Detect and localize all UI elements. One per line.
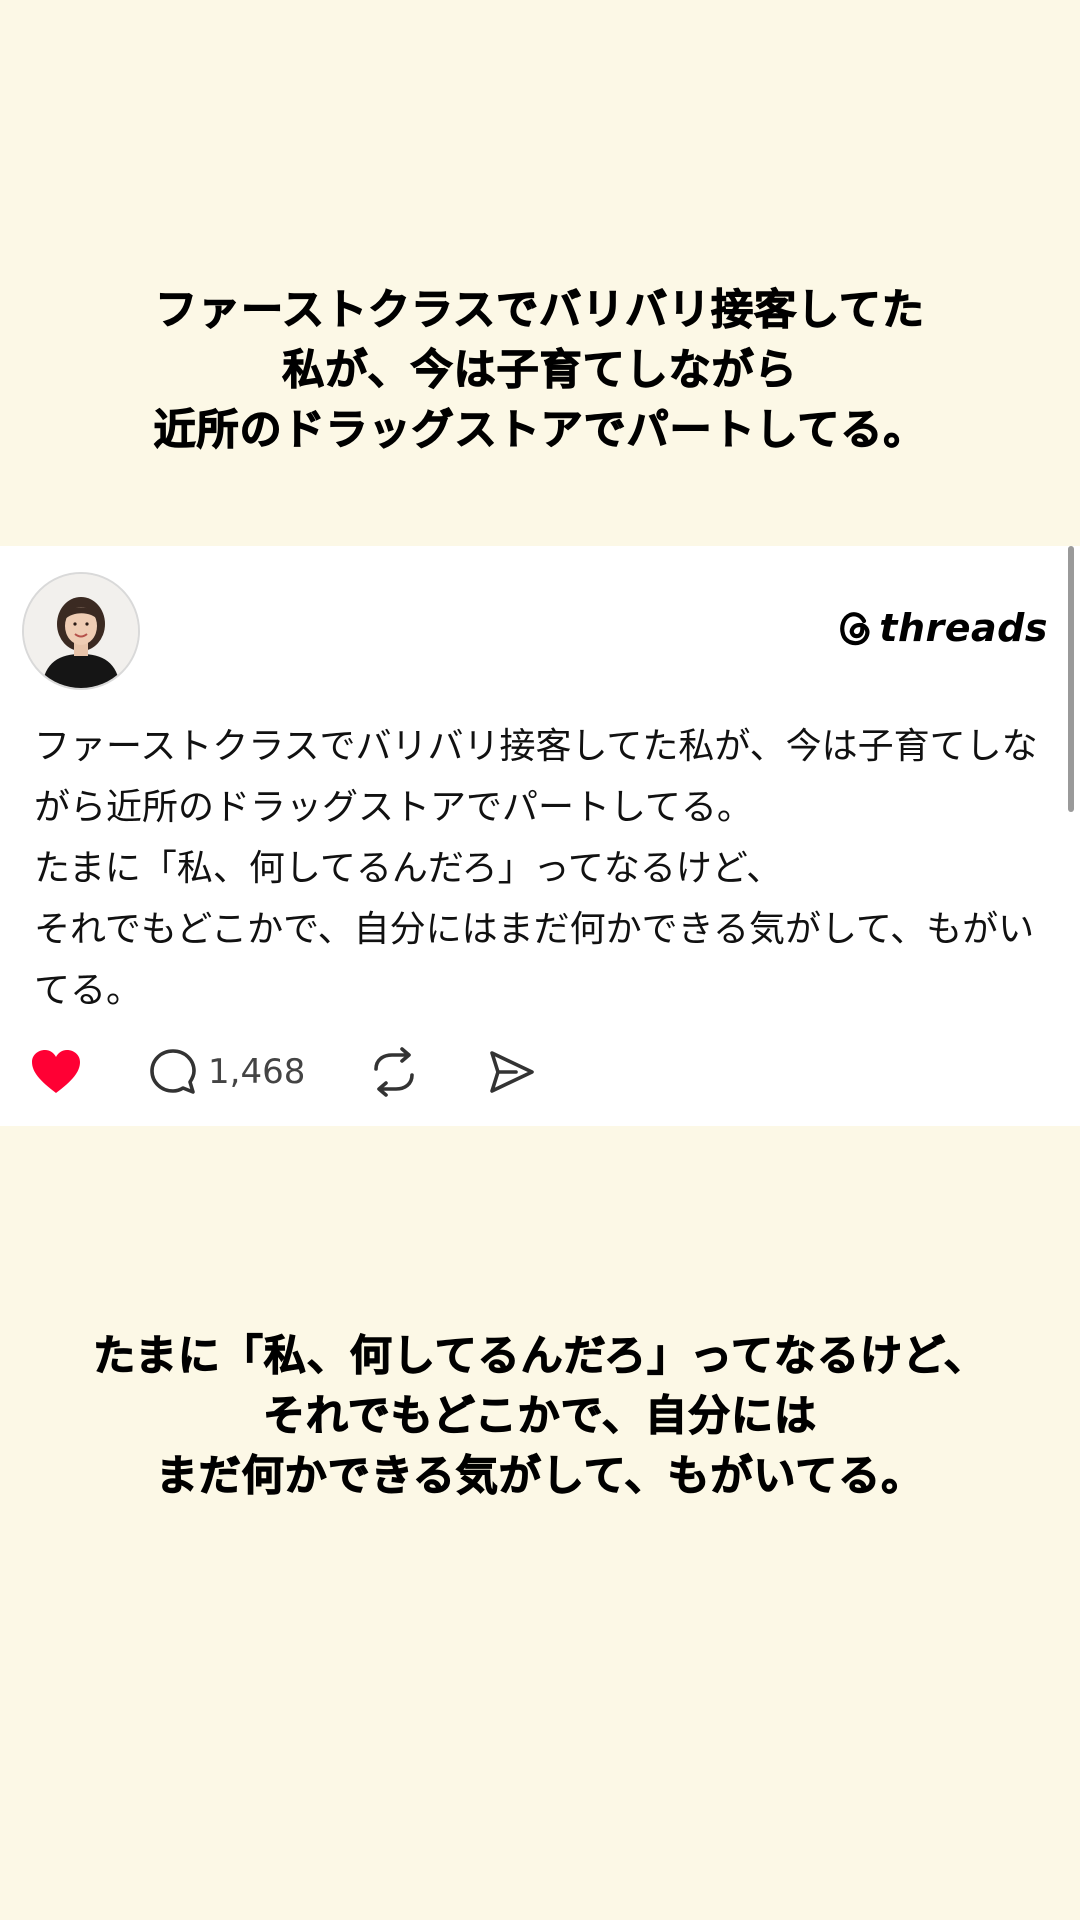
top-caption-line-2: 私が、今は子育てしながら — [282, 344, 798, 394]
reply-button[interactable]: 1,468 — [148, 1044, 305, 1100]
top-caption-line-1: ファーストクラスでバリバリ接客してた — [154, 284, 925, 334]
share-button[interactable] — [486, 1044, 538, 1100]
bottom-caption: たまに「私、何してるんだろ」ってなるけど、 それでもどこかで、自分には まだ何か… — [0, 1326, 1080, 1506]
bottom-caption-line-3: まだ何かできる気がして、もがいてる。 — [155, 1450, 925, 1500]
scrollbar[interactable] — [1068, 546, 1074, 812]
threads-post-card: threads ファーストクラスでバリバリ接客してた私が、今は子育てしながら近所… — [0, 546, 1080, 1126]
top-caption: ファーストクラスでバリバリ接客してた 私が、今は子育てしながら 近所のドラッグス… — [0, 280, 1080, 460]
profile-photo-icon — [24, 574, 138, 688]
top-caption-line-3: 近所のドラッグストアでパートしてる。 — [153, 404, 927, 454]
bottom-caption-line-2: それでもどこかで、自分には — [262, 1390, 817, 1440]
heart-filled-icon — [32, 1050, 80, 1093]
threads-wordmark: threads — [879, 606, 1048, 650]
threads-at-icon — [840, 612, 870, 646]
comment-bubble-icon — [150, 1049, 196, 1094]
avatar[interactable] — [22, 572, 140, 690]
bottom-caption-line-1: たまに「私、何してるんだろ」ってなるけど、 — [93, 1330, 987, 1380]
repost-icon — [374, 1047, 414, 1097]
like-button[interactable] — [30, 1044, 82, 1100]
post-body: ファーストクラスでバリバリ接客してた私が、今は子育てしながら近所のドラッグストア… — [34, 716, 1054, 1021]
post-action-bar: 1,468 — [30, 1044, 630, 1100]
send-icon — [490, 1051, 534, 1093]
repost-button[interactable] — [368, 1044, 420, 1100]
post-paragraph-3: それでもどこかで、自分にはまだ何かできる気がして、もがいてる。 — [34, 909, 1035, 1011]
post-paragraph-1: ファーストクラスでバリバリ接客してた私が、今は子育てしながら近所のドラッグストア… — [34, 726, 1038, 828]
reply-count: 1,468 — [208, 1052, 306, 1092]
threads-logo: threads — [837, 606, 1048, 650]
post-paragraph-2: たまに「私、何してるんだろ」ってなるけど、 — [34, 848, 783, 889]
